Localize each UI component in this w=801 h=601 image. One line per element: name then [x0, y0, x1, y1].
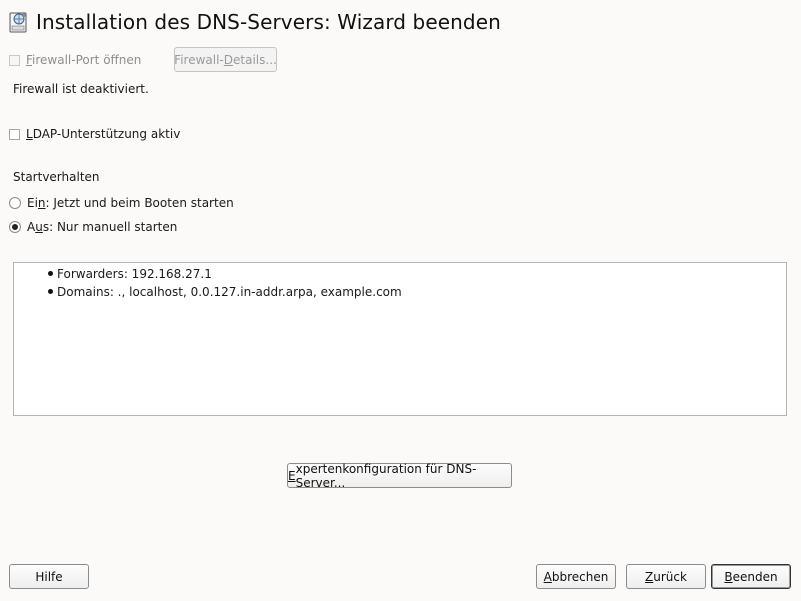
finish-button[interactable]: Beenden	[711, 564, 791, 589]
radio-on[interactable]	[9, 197, 21, 209]
list-item: Forwarders: 192.168.27.1	[48, 267, 212, 281]
startup-option-on-label: Ein: Jetzt und beim Booten starten	[27, 196, 234, 210]
title-bar: Installation des DNS-Servers: Wizard bee…	[8, 8, 501, 36]
help-button[interactable]: Hilfe	[9, 564, 89, 589]
dns-server-icon	[8, 10, 30, 34]
startup-option-on[interactable]: Ein: Jetzt und beim Booten starten	[9, 196, 234, 210]
cancel-button[interactable]: Abbrechen	[536, 564, 616, 589]
firewall-details-button[interactable]: Firewall- Details...	[174, 47, 277, 72]
startup-option-off[interactable]: Aus: Nur manuell starten	[9, 220, 177, 234]
list-item: Domains: ., localhost, 0.0.127.in-addr.a…	[48, 285, 402, 299]
firewall-port-checkbox-box[interactable]	[9, 54, 20, 66]
ldap-support-label: LDAP-Unterstützung aktiv	[26, 127, 181, 141]
summary-box[interactable]: Forwarders: 192.168.27.1 Domains: ., loc…	[13, 262, 787, 416]
back-button[interactable]: Zurück	[626, 564, 706, 589]
expert-config-button[interactable]: Expertenkonfiguration für DNS-Server...	[287, 462, 512, 490]
firewall-status-text: Firewall ist deaktiviert.	[13, 82, 149, 96]
radio-off[interactable]	[9, 221, 21, 233]
startup-heading: Startverhalten	[13, 170, 100, 184]
ldap-support-checkbox-box[interactable]	[9, 128, 20, 140]
firewall-port-label: Firewall-Port öffnen	[26, 53, 142, 67]
firewall-port-checkbox[interactable]: Firewall-Port öffnen	[9, 53, 141, 67]
startup-option-off-label: Aus: Nur manuell starten	[27, 220, 178, 234]
bullet-icon	[48, 271, 53, 276]
bullet-icon	[48, 289, 53, 294]
ldap-support-checkbox[interactable]: LDAP-Unterstützung aktiv	[9, 127, 180, 141]
page-title: Installation des DNS-Servers: Wizard bee…	[36, 10, 501, 34]
